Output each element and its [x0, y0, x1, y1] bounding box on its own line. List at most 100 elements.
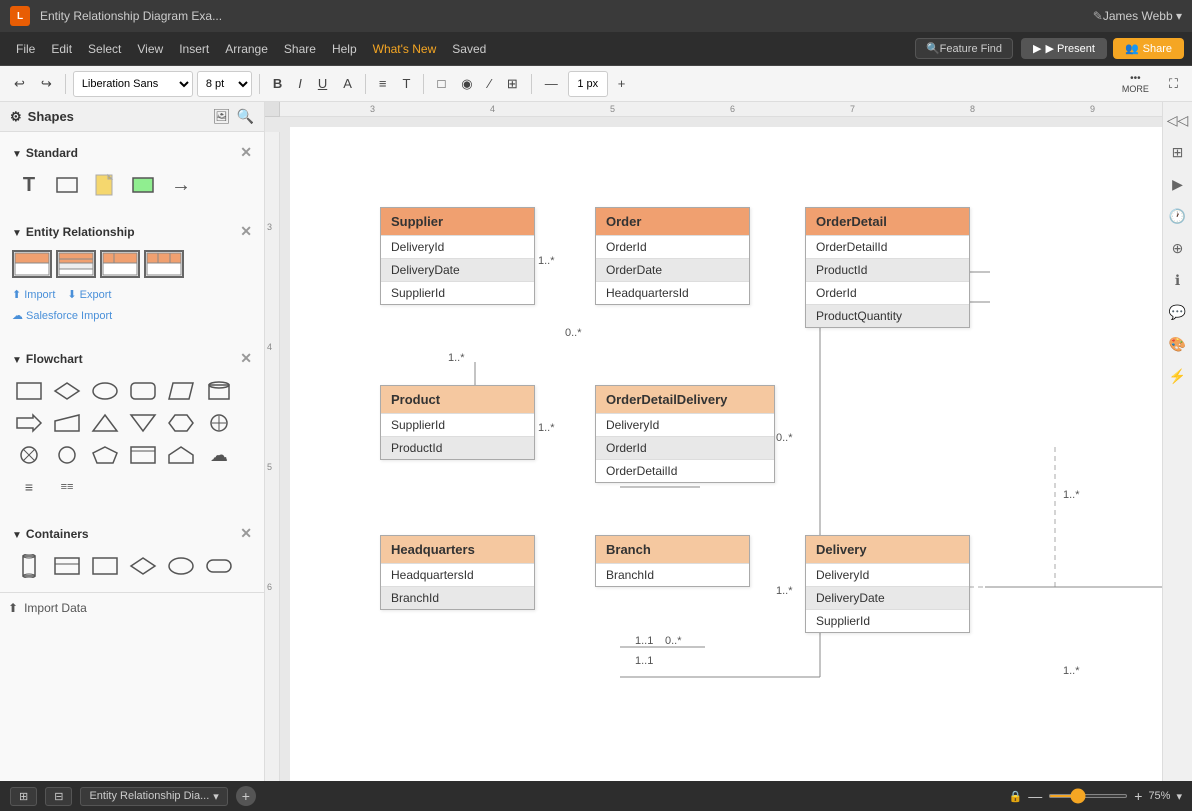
- zoom-in-button[interactable]: +: [1134, 788, 1142, 804]
- format-panel-icon[interactable]: ⊞: [1166, 140, 1190, 164]
- standard-section-header[interactable]: ▼Standard ✕: [8, 140, 256, 167]
- zoom-slider[interactable]: [1048, 794, 1128, 798]
- px-input[interactable]: [568, 71, 608, 97]
- redo-button[interactable]: ↪: [35, 72, 58, 96]
- er-section-header[interactable]: ▼Entity Relationship ✕: [8, 219, 256, 246]
- entity-order[interactable]: Order OrderId OrderDate HeadquartersId: [595, 207, 750, 305]
- green-rect-shape[interactable]: [126, 171, 160, 199]
- menu-help[interactable]: Help: [324, 38, 365, 60]
- er-shape-2[interactable]: [56, 250, 96, 278]
- fc-inverted-triangle[interactable]: [126, 409, 160, 437]
- italic-button[interactable]: I: [292, 72, 308, 95]
- fullscreen-button[interactable]: ⛶: [1163, 72, 1184, 96]
- menu-edit[interactable]: Edit: [43, 38, 80, 60]
- undo-button[interactable]: ↩: [8, 72, 31, 96]
- align-h-button[interactable]: ≡: [373, 72, 393, 95]
- ct-rect-header[interactable]: [50, 552, 84, 580]
- close-containers-icon[interactable]: ✕: [240, 525, 252, 542]
- presentation-icon[interactable]: ▶: [1166, 172, 1190, 196]
- layout-view-button[interactable]: ⊟: [45, 787, 72, 806]
- more-button[interactable]: ••• MORE: [1116, 69, 1155, 98]
- flowchart-section-header[interactable]: ▼Flowchart ✕: [8, 346, 256, 373]
- layers-icon[interactable]: ⊕: [1166, 236, 1190, 260]
- timer-icon[interactable]: 🕐: [1166, 204, 1190, 228]
- plugin-icon[interactable]: ⚡: [1166, 364, 1190, 388]
- font-family-select[interactable]: Liberation Sans: [73, 71, 193, 97]
- rect-shape[interactable]: [50, 171, 84, 199]
- menu-share[interactable]: Share: [276, 38, 324, 60]
- er-shape-3[interactable]: [100, 250, 140, 278]
- info-icon[interactable]: ℹ: [1166, 268, 1190, 292]
- fc-cloud[interactable]: ☁: [202, 441, 236, 469]
- fc-parallelogram[interactable]: [164, 377, 198, 405]
- fc-manual-input[interactable]: [50, 409, 84, 437]
- er-shape-4[interactable]: [144, 250, 184, 278]
- waypoint-button[interactable]: +: [612, 72, 632, 95]
- diagram-canvas[interactable]: 1..1 0..1 0..1 1..* 0..* 1..* 1..* 1..* …: [290, 127, 1162, 781]
- fc-circle-plus[interactable]: [202, 409, 236, 437]
- present-button[interactable]: ▶ ▶ Present: [1021, 38, 1107, 59]
- salesforce-import-link[interactable]: ☁ Salesforce Import: [12, 309, 252, 322]
- close-er-icon[interactable]: ✕: [240, 223, 252, 240]
- menu-whats-new[interactable]: What's New: [365, 38, 445, 60]
- containers-section-header[interactable]: ▼Containers ✕: [8, 521, 256, 548]
- fc-pentagon[interactable]: [88, 441, 122, 469]
- fc-diamond[interactable]: [50, 377, 84, 405]
- arrow-shape[interactable]: →: [164, 171, 198, 199]
- underline-button[interactable]: U: [312, 72, 333, 95]
- font-size-select[interactable]: 8 pt: [197, 71, 252, 97]
- fc-hexagon[interactable]: [164, 409, 198, 437]
- align-v-button[interactable]: T: [396, 72, 416, 95]
- fc-house[interactable]: [164, 441, 198, 469]
- fc-list-1[interactable]: ≡: [12, 473, 46, 501]
- export-link[interactable]: ⬇ Export: [67, 288, 111, 301]
- text-shape[interactable]: T: [12, 171, 46, 199]
- expand-panel-icon[interactable]: ◁◁: [1166, 108, 1190, 132]
- search-shapes-icon[interactable]: 🔍: [237, 108, 254, 125]
- ct-stadium[interactable]: [202, 552, 236, 580]
- fc-rect2[interactable]: [126, 441, 160, 469]
- image-search-icon[interactable]: 🖼: [213, 108, 231, 125]
- fc-circle-x[interactable]: [12, 441, 46, 469]
- chat-icon[interactable]: 💬: [1166, 300, 1190, 324]
- fill-button[interactable]: □: [431, 72, 451, 95]
- menu-select[interactable]: Select: [80, 38, 129, 60]
- entity-headquarters[interactable]: Headquarters HeadquartersId BranchId: [380, 535, 535, 610]
- ct-cylinder[interactable]: [12, 552, 46, 580]
- entity-orderdetail[interactable]: OrderDetail OrderDetailId ProductId Orde…: [805, 207, 970, 328]
- note-shape[interactable]: [88, 171, 122, 199]
- share-button[interactable]: 👥 Share: [1113, 38, 1184, 59]
- zoom-out-button[interactable]: —: [1028, 788, 1042, 804]
- entity-branch[interactable]: Branch BranchId: [595, 535, 750, 587]
- effects-button[interactable]: ⊞: [501, 72, 524, 96]
- ct-rect[interactable]: [88, 552, 122, 580]
- import-link[interactable]: ⬆ Import: [12, 288, 55, 301]
- line-style-button[interactable]: —: [539, 72, 564, 95]
- canvas-area[interactable]: 3 4 5 6 7 8 9 3 4 5 6: [265, 102, 1162, 781]
- edit-title-icon[interactable]: ✎: [1093, 9, 1103, 23]
- bold-button[interactable]: B: [267, 72, 288, 95]
- fc-circle[interactable]: [50, 441, 84, 469]
- paint-icon[interactable]: 🎨: [1166, 332, 1190, 356]
- ct-diamond[interactable]: [126, 552, 160, 580]
- tab-dropdown-icon[interactable]: ▾: [213, 790, 219, 803]
- line-color-button[interactable]: ⁄: [483, 72, 497, 95]
- user-menu[interactable]: James Webb ▾: [1103, 9, 1182, 23]
- add-page-button[interactable]: +: [236, 786, 256, 806]
- fc-rect[interactable]: [12, 377, 46, 405]
- entity-supplier[interactable]: Supplier DeliveryId DeliveryDate Supplie…: [380, 207, 535, 305]
- grid-view-button[interactable]: ⊞: [10, 787, 37, 806]
- menu-view[interactable]: View: [129, 38, 171, 60]
- entity-delivery[interactable]: Delivery DeliveryId DeliveryDate Supplie…: [805, 535, 970, 633]
- import-data-button[interactable]: ⬆ Import Data: [0, 592, 264, 623]
- er-shape-1[interactable]: [12, 250, 52, 278]
- diagram-tab[interactable]: Entity Relationship Dia... ▾: [80, 787, 227, 806]
- fc-arrow-right[interactable]: [12, 409, 46, 437]
- fc-cylinder[interactable]: [202, 377, 236, 405]
- entity-orderdetaildelivery[interactable]: OrderDetailDelivery DeliveryId OrderId O…: [595, 385, 775, 483]
- ct-ellipse[interactable]: [164, 552, 198, 580]
- entity-product[interactable]: Product SupplierId ProductId: [380, 385, 535, 460]
- menu-insert[interactable]: Insert: [171, 38, 217, 60]
- close-standard-icon[interactable]: ✕: [240, 144, 252, 161]
- fill-color-button[interactable]: ◉: [455, 72, 478, 96]
